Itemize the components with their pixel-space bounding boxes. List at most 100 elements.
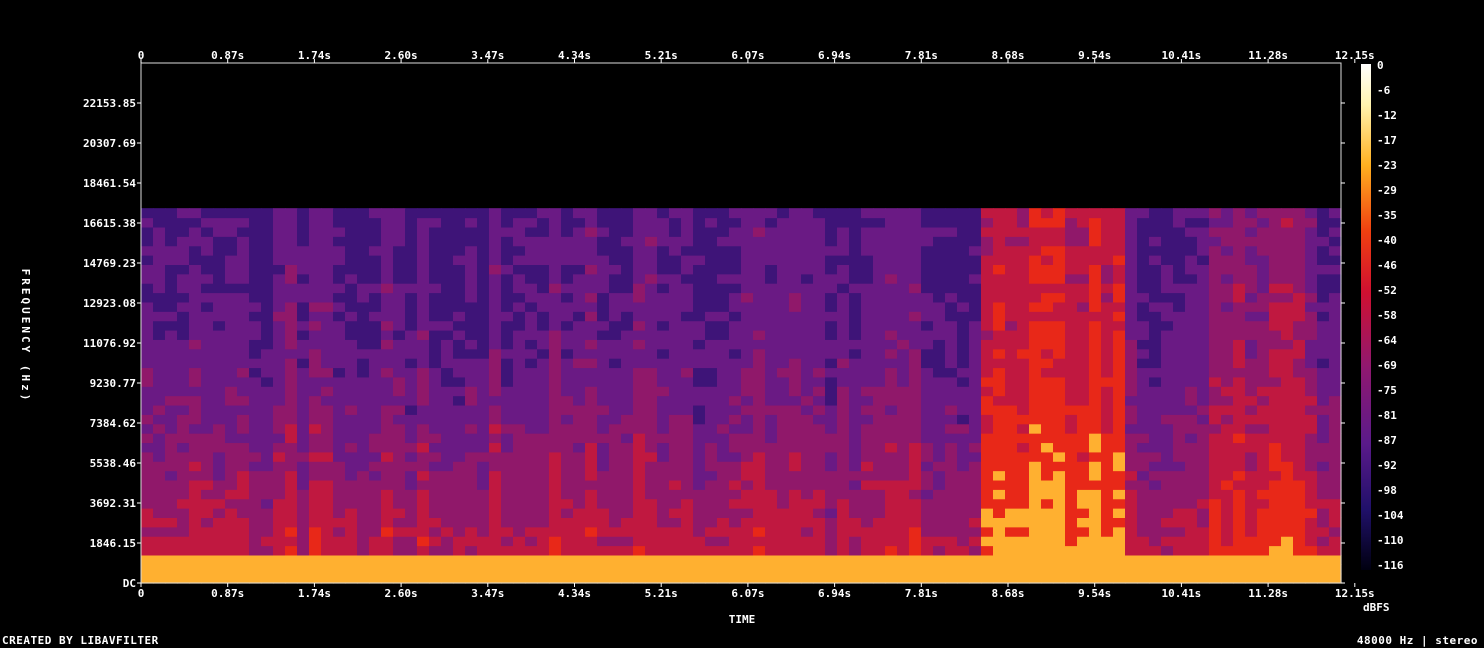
spectrogram-cell bbox=[1197, 348, 1210, 359]
spectrogram-cell bbox=[873, 386, 886, 397]
spectrogram-cell bbox=[681, 283, 694, 294]
spectrogram-cell bbox=[729, 208, 742, 219]
spectrogram-cell bbox=[465, 283, 478, 294]
spectrogram-cell bbox=[573, 517, 586, 528]
spectrogram-cell bbox=[177, 536, 190, 547]
spectrogram-cell bbox=[801, 442, 814, 453]
spectrogram-cell bbox=[969, 255, 982, 265]
spectrogram-cell bbox=[693, 479, 706, 490]
spectrogram-cell bbox=[717, 508, 730, 518]
spectrogram-cell bbox=[897, 470, 910, 481]
spectrogram-cell bbox=[801, 311, 814, 322]
spectrogram-cell bbox=[849, 226, 862, 237]
spectrogram-cell bbox=[405, 301, 418, 312]
spectrogram-cell bbox=[1209, 451, 1222, 462]
spectrogram-cell bbox=[297, 508, 310, 518]
spectrogram-cell bbox=[789, 255, 802, 265]
spectrogram-cell bbox=[633, 564, 646, 575]
spectrogram-cell bbox=[1125, 329, 1138, 340]
spectrogram-cell bbox=[681, 554, 694, 565]
spectrogram-cell bbox=[309, 404, 322, 415]
spectrogram-cell bbox=[249, 451, 262, 462]
spectrogram-cell bbox=[1089, 320, 1102, 331]
spectrogram-cell bbox=[933, 451, 946, 462]
spectrogram-cell bbox=[705, 264, 718, 275]
spectrogram-cell bbox=[969, 320, 982, 331]
spectrogram-cell bbox=[1245, 508, 1258, 518]
spectrogram-cell bbox=[825, 376, 838, 387]
spectrogram-cell bbox=[741, 489, 754, 500]
spectrogram-cell bbox=[1293, 226, 1306, 237]
spectrogram-cell bbox=[705, 414, 718, 425]
spectrogram-cell bbox=[1065, 339, 1078, 350]
spectrogram-cell bbox=[837, 348, 850, 359]
spectrogram-cell bbox=[537, 301, 550, 312]
spectrogram-cell bbox=[1137, 573, 1150, 584]
spectrogram-cell bbox=[969, 339, 982, 350]
spectrogram-cell bbox=[645, 217, 658, 228]
spectrogram-cell bbox=[285, 545, 298, 556]
spectrogram-cell bbox=[885, 554, 898, 565]
spectrogram-cell bbox=[285, 536, 298, 547]
spectrogram-cell bbox=[429, 489, 442, 500]
spectrogram-cell bbox=[633, 536, 646, 547]
spectrogram-cell bbox=[741, 451, 754, 462]
spectrogram-cell bbox=[801, 451, 814, 462]
spectrogram-cell bbox=[249, 573, 262, 584]
spectrogram-cell bbox=[849, 376, 862, 387]
spectrogram-cell bbox=[585, 301, 598, 312]
spectrogram-cell bbox=[957, 301, 970, 312]
spectrogram-cell bbox=[225, 423, 238, 434]
spectrogram-cell bbox=[1197, 498, 1210, 509]
spectrogram-cell bbox=[1161, 264, 1174, 275]
spectrogram-cell bbox=[165, 414, 178, 425]
spectrogram-cell bbox=[621, 264, 634, 275]
spectrogram-cell bbox=[1137, 442, 1150, 453]
spectrogram-cell bbox=[873, 517, 886, 528]
spectrogram-cell bbox=[561, 479, 574, 490]
spectrogram-cell bbox=[297, 208, 310, 219]
spectrogram-cell bbox=[909, 404, 922, 415]
spectrogram-cell bbox=[285, 508, 298, 518]
spectrogram-cell bbox=[1269, 348, 1282, 359]
spectrogram-cell bbox=[1101, 311, 1114, 322]
spectrogram-cell bbox=[189, 498, 202, 509]
spectrogram-cell bbox=[201, 255, 214, 265]
spectrogram-cell bbox=[1317, 264, 1330, 275]
spectrogram-cell bbox=[1029, 573, 1042, 584]
spectrogram-cell bbox=[813, 283, 826, 294]
spectrogram-cell bbox=[1017, 433, 1030, 444]
x-tick-label-bottom: 5.21s bbox=[645, 587, 678, 600]
y-axis-title: FREQUENCY (Hz) bbox=[19, 269, 32, 404]
spectrogram-cell bbox=[177, 208, 190, 219]
spectrogram-cell bbox=[1317, 508, 1330, 518]
spectrogram-cell bbox=[297, 442, 310, 453]
spectrogram-cell bbox=[1317, 423, 1330, 434]
spectrogram-cell bbox=[261, 311, 274, 322]
spectrogram-cell bbox=[1017, 348, 1030, 359]
spectrogram-cell bbox=[369, 217, 382, 228]
spectrogram-cell bbox=[705, 479, 718, 490]
spectrogram-cell bbox=[453, 414, 466, 425]
spectrogram-cell bbox=[585, 423, 598, 434]
spectrogram-cell bbox=[153, 301, 166, 312]
spectrogram-cell bbox=[693, 536, 706, 547]
spectrogram-cell bbox=[981, 339, 994, 350]
spectrogram-cell bbox=[1209, 414, 1222, 425]
spectrogram-cell bbox=[153, 208, 166, 219]
spectrogram-cell bbox=[897, 461, 910, 472]
x-tick-label-bottom: 10.41s bbox=[1162, 587, 1202, 600]
spectrogram-cell bbox=[345, 236, 358, 247]
spectrogram-cell bbox=[165, 226, 178, 237]
spectrogram-cell bbox=[333, 423, 346, 434]
spectrogram-cell bbox=[1281, 292, 1294, 303]
spectrogram-cell bbox=[945, 273, 958, 284]
spectrogram-cell bbox=[1281, 376, 1294, 387]
spectrogram-cell bbox=[633, 226, 646, 237]
spectrogram-cell bbox=[441, 367, 454, 378]
spectrogram-cell bbox=[1257, 479, 1270, 490]
spectrogram-cell bbox=[237, 526, 250, 537]
spectrogram-cell bbox=[573, 358, 586, 369]
spectrogram-cell bbox=[297, 386, 310, 397]
spectrogram-cell bbox=[945, 545, 958, 556]
